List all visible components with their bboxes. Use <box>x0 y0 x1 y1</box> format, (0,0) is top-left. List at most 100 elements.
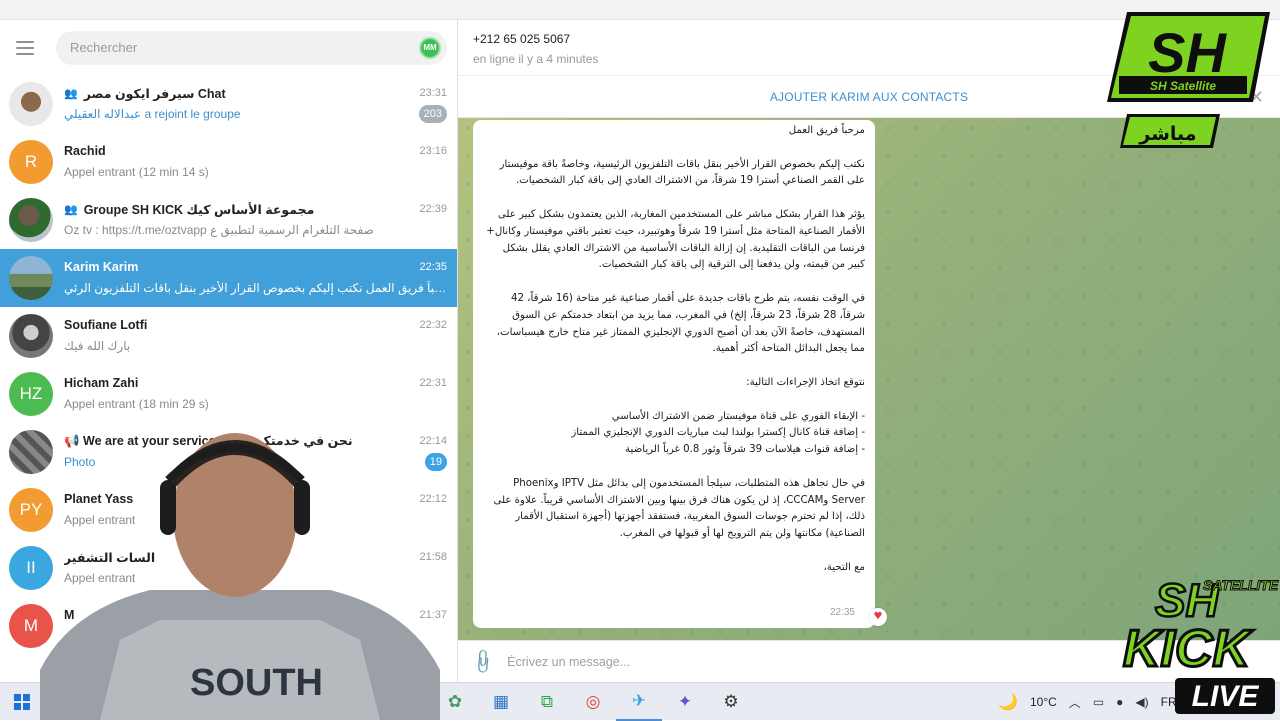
weather-moon-icon[interactable]: 🌙 <box>998 692 1018 712</box>
chat-time: 22:39 <box>419 203 447 215</box>
heart-reaction-icon[interactable]: ♥ <box>869 608 887 626</box>
message-paragraph: يؤثر هذا القرار بشكل مباشر على المستخدمي… <box>486 208 865 271</box>
chat-time: 22:12 <box>419 493 447 505</box>
chat-name: السات التشفير <box>64 550 156 565</box>
chat-name: 📢 We are at your service 24/24 نحن في خد… <box>64 434 353 448</box>
chat-preview: Appel entrant (18 min 29 s) <box>64 397 209 411</box>
avatar: II <box>9 546 53 590</box>
message-paragraph: في الوقت نفسه، يتم طرح باقات جديدة على أ… <box>496 292 865 355</box>
unread-badge: 19 <box>424 453 447 471</box>
avatar <box>9 430 53 474</box>
telegram-icon[interactable]: ✈ <box>616 683 662 721</box>
logo-sh-text: SH <box>1148 21 1227 84</box>
chat-preview-line: Photo 19 <box>64 451 447 473</box>
chat-time: 23:31 <box>419 87 447 99</box>
message-bubble[interactable]: مرحباً فريق العمل نكتب إليكم بخصوص القرا… <box>473 120 887 628</box>
message-input[interactable] <box>507 654 908 669</box>
app-icon[interactable]: ▤ <box>386 683 432 721</box>
chat-time: 21:58 <box>419 551 447 563</box>
chat-title: Soufiane Lotfi <box>64 318 147 332</box>
chat-title: Karim Karim <box>64 260 138 274</box>
chat-time: 21:37 <box>419 609 447 621</box>
chat-name: Planet Yass <box>64 492 134 506</box>
chat-list-item[interactable]: 👥 سيرفر ايكون مصر Chat 23:31 عبدالاله العقي… <box>0 75 457 133</box>
avatar: R <box>9 140 53 184</box>
group-icon: 👥 <box>64 87 78 100</box>
search-box[interactable]: MM <box>56 30 447 65</box>
gear-icon[interactable]: ⚙ <box>708 683 754 721</box>
chat-body: Karim Karim 22:35 مرحباً فريق العمل نكتب إ… <box>64 257 447 299</box>
message-list: - الإبقاء الفوري على قناة موفيستار ضمن ا… <box>485 409 865 459</box>
chat-preview: بارك الله فيك <box>64 339 131 353</box>
window-titlebar <box>0 0 1280 20</box>
windows-start-icon[interactable] <box>0 683 44 721</box>
message-paragraph: نتوقع اتخاذ الإجراءات التالية: <box>746 376 865 388</box>
chat-preview-line <box>64 625 447 647</box>
chat-name: Soufiane Lotfi <box>64 318 148 332</box>
chat-list-item[interactable]: II السات التشفير 21:58 Appel entrant <box>0 539 457 597</box>
logo-kick-text: KICK <box>1123 620 1254 678</box>
chat-title: 📢 We are at your service 24/24 نحن في خد… <box>64 433 353 449</box>
list-item: - إضافة قناة كانال إكسترا بولندا لبث مبا… <box>571 427 865 439</box>
chat-header-line: 👥 سيرفر ايكون مصر Chat 23:31 <box>64 83 447 103</box>
chat-preview: Photo <box>64 455 96 469</box>
chat-name: Rachid <box>64 144 106 158</box>
message-greeting: مرحباً فريق العمل <box>788 125 865 136</box>
chat-preview-line: Appel entrant (12 min 14 s) <box>64 161 447 183</box>
chat-preview: مرحباً فريق العمل نكتب إليكم بخصوص القرا… <box>64 281 447 295</box>
chat-title: Rachid <box>64 144 106 158</box>
account-badge[interactable]: MM <box>419 36 441 59</box>
chat-list-item[interactable]: 📢 We are at your service 24/24 نحن في خد… <box>0 423 457 481</box>
group-icon: 👥 <box>64 203 78 216</box>
chat-list-item[interactable]: 👥 Groupe SH KICK مجموعة الأساس كيك 22:39 Oz… <box>0 191 457 249</box>
chat-header-line: Hicham Zahi 22:31 <box>64 373 447 393</box>
media-app-icon[interactable]: ✦ <box>662 683 708 721</box>
search-row: MM <box>0 20 457 75</box>
settings-app-icon[interactable]: ✿ <box>432 683 478 721</box>
chat-name: Karim Karim <box>64 260 139 274</box>
chat-list-item[interactable]: Karim Karim 22:35 مرحباً فريق العمل نكتب إ… <box>0 249 457 307</box>
chat-name: سيرفر ايكون مصر Chat <box>83 86 226 101</box>
chat-list-item[interactable]: M M 21:37 <box>0 597 457 655</box>
list-item: - الإبقاء الفوري على قناة موفيستار ضمن ا… <box>611 410 865 422</box>
chat-preview-line: Appel entrant (18 min 29 s) <box>64 393 447 415</box>
add-contact-button[interactable]: AJOUTER KARIM AUX CONTACTS <box>770 90 968 104</box>
menu-icon[interactable] <box>16 40 34 55</box>
chat-title: 👥 Groupe SH KICK مجموعة الأساس كيك <box>64 202 314 217</box>
chat-list-item[interactable]: PY Planet Yass 22:12 Appel entrant <box>0 481 457 539</box>
chevron-up-icon[interactable]: ︿ <box>1069 694 1081 711</box>
network-icon[interactable]: ▭ <box>1093 695 1104 709</box>
search-input[interactable] <box>70 40 419 55</box>
chat-list-item[interactable]: R Rachid 23:16 Appel entrant (12 min 14 s) <box>0 133 457 191</box>
chat-body: 📢 We are at your service 24/24 نحن في خد… <box>64 431 447 473</box>
message-closing: مع التحية، <box>823 561 865 573</box>
chat-time: 22:35 <box>419 261 447 273</box>
message-paragraph: في حال تجاهل هذه المتطلبات، سيلجأ المستخ… <box>493 477 866 540</box>
avatar: PY <box>9 488 53 532</box>
avatar <box>9 198 53 242</box>
chat-title: السات التشفير <box>64 550 155 565</box>
list-item: - إضافة قنوات هيلاسات 39 شرقاً وثور 0.8 … <box>625 444 865 456</box>
chat-header-line: M 21:37 <box>64 605 447 625</box>
chat-preview-line: Appel entrant <box>64 509 447 531</box>
file-explorer-icon[interactable]: ▬ <box>294 683 340 721</box>
chat-list-item[interactable]: Soufiane Lotfi 22:32 بارك الله فيك <box>0 307 457 365</box>
chat-header-line: Rachid 23:16 <box>64 141 447 161</box>
chat-list-item[interactable]: HZ Hicham Zahi 22:31 Appel entrant (18 min … <box>0 365 457 423</box>
calculator-icon[interactable]: ▦ <box>478 683 524 721</box>
chat-preview: Appel entrant <box>64 571 136 585</box>
message-footer: 22:35 <box>473 605 875 622</box>
message-time: 22:35 <box>829 607 855 619</box>
chat-time: 22:31 <box>419 377 447 389</box>
chat-preview-line: Oz tv : https://t.me/oztvapp صفحة التلغر… <box>64 219 447 241</box>
weather-temperature[interactable]: 10°C <box>1030 695 1057 709</box>
chat-header-line: Karim Karim 22:35 <box>64 257 447 277</box>
attach-icon[interactable]: 📎 <box>468 647 497 676</box>
network-app-icon[interactable]: ⧉ <box>524 683 570 721</box>
browser-icon[interactable]: ◉ <box>340 683 386 721</box>
avatar: M <box>9 604 53 648</box>
chat-preview: عبدالاله العقيلي a rejoint le groupe <box>64 107 241 121</box>
logo-live-text: LIVE <box>1192 680 1260 713</box>
chrome-icon[interactable]: ◎ <box>570 683 616 721</box>
chat-preview: Appel entrant <box>64 513 136 527</box>
